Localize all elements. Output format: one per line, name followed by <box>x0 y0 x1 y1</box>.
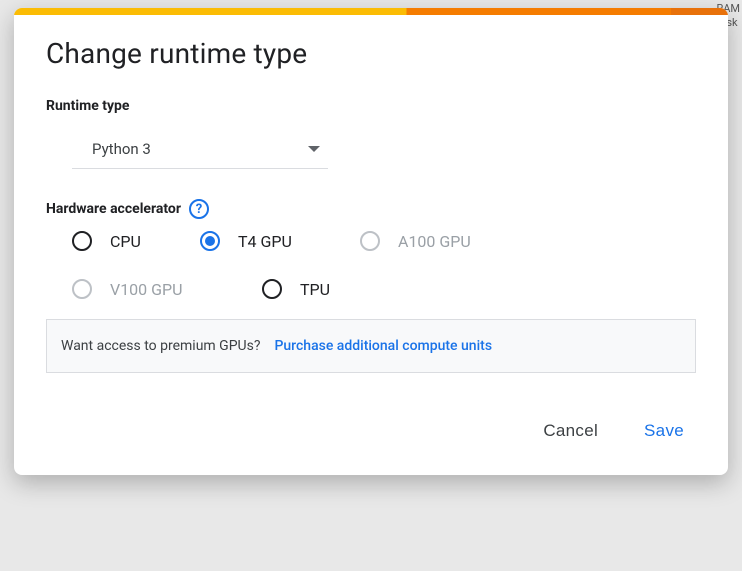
radio-icon <box>72 279 92 299</box>
runtime-type-label: Runtime type <box>46 98 696 114</box>
runtime-type-value: Python 3 <box>92 140 151 158</box>
radio-label: A100 GPU <box>398 232 471 251</box>
purchase-compute-link[interactable]: Purchase additional compute units <box>274 338 492 354</box>
runtime-settings-dialog: Change runtime type Runtime type Python … <box>14 8 728 475</box>
dialog-title: Change runtime type <box>46 37 696 70</box>
radio-tpu[interactable]: TPU <box>262 279 392 299</box>
radio-icon <box>72 231 92 251</box>
help-icon[interactable]: ? <box>189 199 209 219</box>
cancel-button[interactable]: Cancel <box>535 415 606 447</box>
radio-label: T4 GPU <box>238 232 292 251</box>
radio-label: CPU <box>110 232 141 251</box>
radio-t4-gpu[interactable]: T4 GPU <box>200 231 360 251</box>
radio-label: TPU <box>300 280 330 299</box>
save-button[interactable]: Save <box>636 415 692 447</box>
dialog-actions: Cancel Save <box>14 383 728 475</box>
radio-v100-gpu: V100 GPU <box>72 279 262 299</box>
promo-text: Want access to premium GPUs? <box>61 338 260 354</box>
radio-icon <box>360 231 380 251</box>
radio-a100-gpu: A100 GPU <box>360 231 530 251</box>
premium-gpu-promo: Want access to premium GPUs? Purchase ad… <box>46 319 696 373</box>
accelerator-radio-group: CPU T4 GPU A100 GPU V100 GPU TPU <box>72 231 696 299</box>
runtime-type-select[interactable]: Python 3 <box>72 126 328 169</box>
radio-icon <box>262 279 282 299</box>
radio-cpu[interactable]: CPU <box>72 231 200 251</box>
chevron-down-icon <box>308 146 320 152</box>
hardware-accelerator-text: Hardware accelerator <box>46 201 181 217</box>
hardware-accelerator-label: Hardware accelerator ? <box>46 199 696 219</box>
dialog-accent-bar <box>14 8 728 15</box>
radio-label: V100 GPU <box>110 280 183 299</box>
radio-icon <box>200 231 220 251</box>
